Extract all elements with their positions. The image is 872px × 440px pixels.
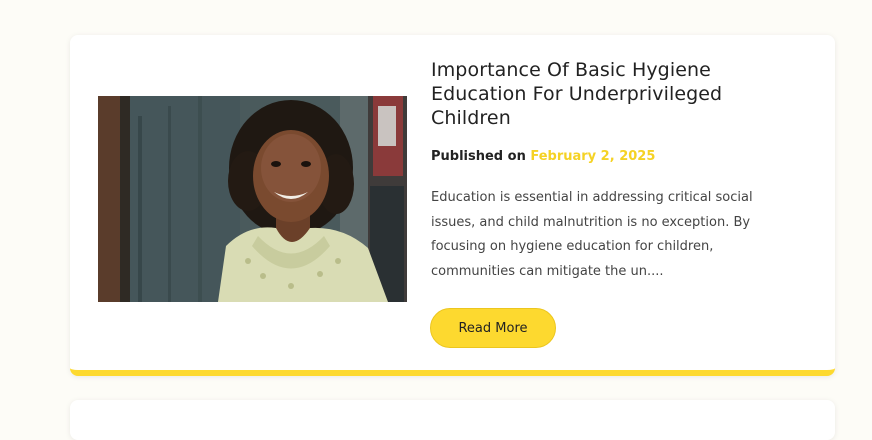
read-more-button[interactable]: Read More (430, 308, 556, 348)
published-label: Published on (431, 149, 526, 164)
post-meta: Published on February 2, 2025 (431, 149, 801, 164)
blog-post-card: Importance Of Basic Hygiene Education Fo… (70, 35, 835, 376)
post-title[interactable]: Importance Of Basic Hygiene Education Fo… (431, 58, 801, 130)
child-photo (98, 96, 407, 302)
post-thumbnail-image[interactable] (98, 96, 407, 302)
published-date: February 2, 2025 (530, 149, 656, 164)
post-excerpt: Education is essential in addressing cri… (431, 190, 753, 279)
next-blog-post-card (70, 400, 835, 440)
post-content: Importance Of Basic Hygiene Education Fo… (431, 58, 801, 284)
